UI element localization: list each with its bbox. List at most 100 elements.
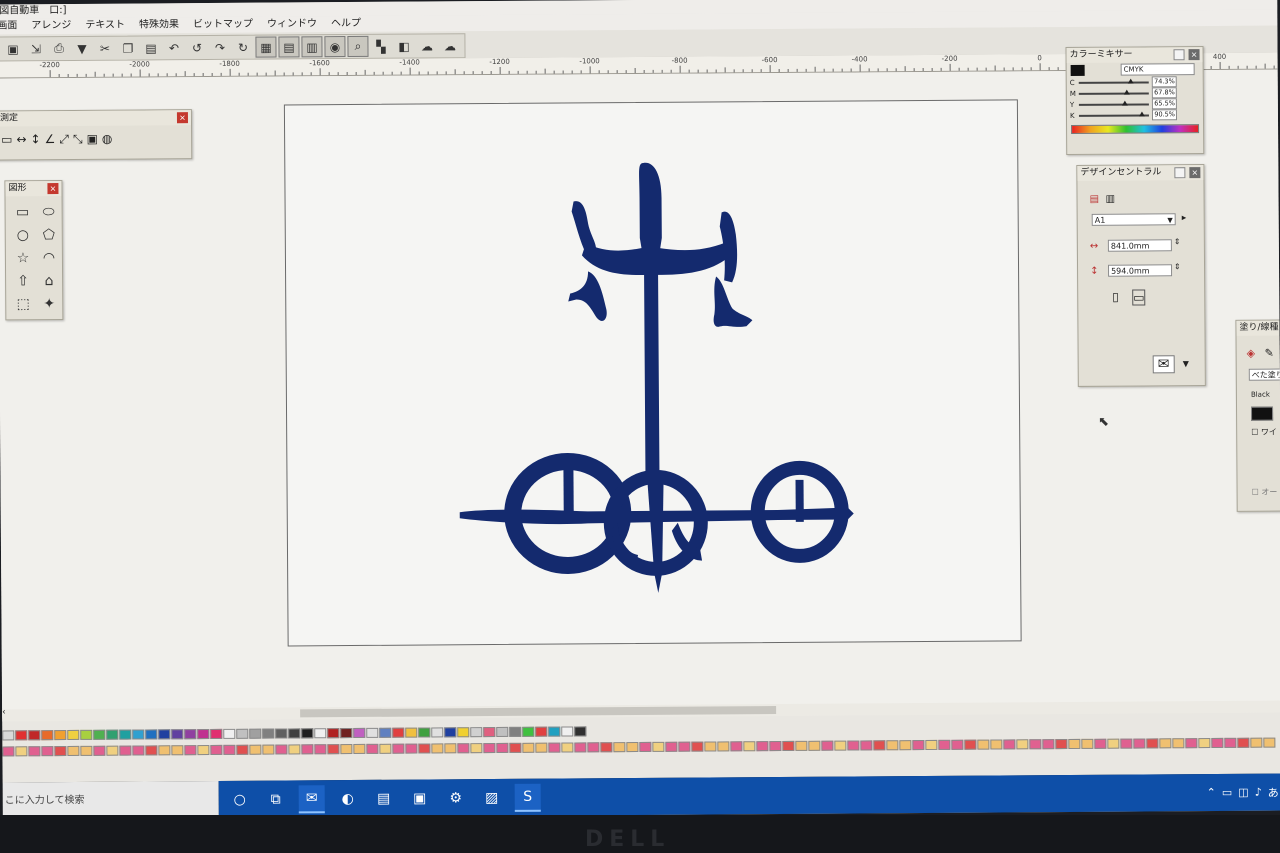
fill-color-swatch[interactable] bbox=[1251, 406, 1274, 421]
color-swatch[interactable] bbox=[41, 746, 54, 757]
color-swatch[interactable] bbox=[691, 741, 704, 752]
menu-effects[interactable]: 特殊効果 bbox=[139, 17, 179, 33]
measure-ruler-icon[interactable]: ▭ bbox=[1, 132, 12, 147]
color-swatch[interactable] bbox=[847, 740, 860, 751]
color-swatch[interactable] bbox=[756, 741, 769, 752]
color-swatch[interactable] bbox=[80, 729, 93, 740]
color-swatch[interactable] bbox=[1055, 739, 1068, 750]
color-swatch[interactable] bbox=[574, 742, 587, 753]
minimize-icon[interactable] bbox=[1174, 167, 1186, 179]
cyan-slider-knob[interactable] bbox=[1127, 78, 1134, 84]
color-swatch[interactable] bbox=[938, 739, 951, 750]
color-swatch[interactable] bbox=[67, 729, 80, 741]
right-wheel-hub-shape[interactable] bbox=[795, 479, 804, 522]
color-swatch[interactable] bbox=[1107, 738, 1120, 749]
page-width-field[interactable]: 841.0mm bbox=[1107, 239, 1172, 252]
color-swatch[interactable] bbox=[1263, 737, 1276, 748]
color-swatch[interactable] bbox=[366, 727, 379, 738]
color-swatch[interactable] bbox=[379, 727, 392, 738]
page-tab-icon[interactable]: ▤ bbox=[1090, 194, 1100, 205]
color-swatch[interactable] bbox=[1237, 737, 1250, 748]
yellow-slider-knob[interactable] bbox=[1122, 100, 1129, 106]
design-control-titlebar[interactable]: デザインセントラル × bbox=[1077, 165, 1204, 181]
mast-shape[interactable] bbox=[639, 162, 664, 483]
color-wheel-icon[interactable]: ◉ bbox=[324, 36, 346, 58]
color-swatch[interactable] bbox=[54, 746, 67, 757]
color-swatch[interactable] bbox=[1224, 737, 1237, 748]
color-swatch[interactable] bbox=[275, 744, 288, 755]
color-swatch[interactable] bbox=[145, 745, 158, 756]
measure-palette-titlebar[interactable]: 測定 × bbox=[0, 110, 192, 127]
cortana-icon[interactable]: ○ bbox=[227, 786, 253, 812]
cloud-upload-icon[interactable]: ☁ bbox=[439, 35, 460, 56]
color-swatch[interactable] bbox=[652, 741, 665, 752]
color-swatch[interactable] bbox=[301, 728, 314, 739]
color-swatch[interactable] bbox=[106, 745, 119, 756]
color-swatch[interactable] bbox=[210, 744, 223, 756]
color-swatch[interactable] bbox=[990, 739, 1003, 750]
color-swatch[interactable] bbox=[2, 746, 15, 757]
color-swatch[interactable] bbox=[314, 728, 327, 739]
yellow-slider[interactable] bbox=[1078, 100, 1149, 106]
color-swatch[interactable] bbox=[184, 729, 197, 740]
color-swatch[interactable] bbox=[340, 744, 353, 755]
color-swatch[interactable] bbox=[483, 743, 496, 754]
paper-size-select[interactable]: A1 ▼ bbox=[1091, 213, 1176, 226]
color-swatch[interactable] bbox=[587, 742, 600, 753]
color-swatch[interactable] bbox=[392, 743, 405, 754]
circle-icon[interactable]: ○ bbox=[12, 225, 34, 245]
portrait-icon[interactable]: ▯ bbox=[1112, 290, 1119, 304]
color-swatch[interactable] bbox=[535, 742, 548, 753]
color-swatch[interactable] bbox=[171, 745, 184, 756]
close-icon[interactable]: × bbox=[176, 112, 189, 124]
height-stepper-icon[interactable]: ⇕ bbox=[1174, 262, 1181, 271]
color-swatch[interactable] bbox=[80, 745, 93, 756]
ellipse-icon[interactable]: ⬭ bbox=[38, 202, 60, 222]
color-swatch[interactable] bbox=[431, 743, 444, 754]
color-swatch[interactable] bbox=[1159, 738, 1172, 749]
color-swatch[interactable] bbox=[600, 742, 613, 753]
edge-icon[interactable]: ◐ bbox=[335, 785, 361, 811]
color-swatch[interactable] bbox=[470, 727, 483, 738]
paper-next-icon[interactable]: ▸ bbox=[1182, 213, 1187, 223]
color-swatch[interactable] bbox=[418, 743, 431, 754]
scroll-left-icon[interactable]: ‹ bbox=[2, 707, 6, 717]
color-swatch[interactable] bbox=[769, 741, 782, 752]
weathervane-shape[interactable] bbox=[457, 161, 854, 594]
color-swatch[interactable] bbox=[509, 742, 522, 753]
color-swatch[interactable] bbox=[912, 740, 925, 751]
store-icon[interactable]: ▣ bbox=[407, 785, 433, 811]
color-swatch[interactable] bbox=[327, 728, 340, 739]
color-swatch[interactable] bbox=[418, 727, 431, 738]
color-swatch[interactable] bbox=[236, 728, 249, 739]
close-icon[interactable]: × bbox=[1188, 49, 1200, 61]
color-swatch[interactable] bbox=[405, 727, 418, 738]
landscape-icon[interactable]: ▭ bbox=[1132, 289, 1146, 306]
color-swatch[interactable] bbox=[288, 744, 301, 755]
color-swatch[interactable] bbox=[925, 739, 938, 751]
color-swatch[interactable] bbox=[1250, 737, 1263, 748]
color-swatch[interactable] bbox=[1042, 739, 1055, 750]
color-swatch[interactable] bbox=[522, 742, 535, 753]
measure-diagonal2-icon[interactable]: ⤡ bbox=[73, 132, 83, 147]
color-swatch[interactable] bbox=[262, 728, 275, 739]
color-spectrum[interactable] bbox=[1071, 124, 1200, 134]
print-icon[interactable]: ⎙ bbox=[48, 38, 69, 59]
color-palette-icon[interactable]: ◧ bbox=[393, 36, 414, 57]
color-swatch[interactable] bbox=[1172, 738, 1185, 749]
color-swatch[interactable] bbox=[67, 745, 80, 757]
color-swatch[interactable] bbox=[184, 745, 197, 756]
color-swatch[interactable] bbox=[353, 727, 366, 739]
color-swatch[interactable] bbox=[678, 741, 691, 752]
black-slider-knob[interactable] bbox=[1138, 110, 1145, 117]
arrow-up-icon[interactable]: ⇧ bbox=[12, 271, 34, 291]
measure-vertical-icon[interactable]: ↕ bbox=[30, 132, 40, 147]
color-swatch[interactable] bbox=[119, 729, 132, 740]
color-swatch[interactable] bbox=[93, 745, 106, 756]
checker-icon[interactable]: ▚ bbox=[370, 36, 391, 57]
magenta-slider[interactable] bbox=[1078, 89, 1149, 95]
pen-icon[interactable]: ✎ bbox=[1265, 347, 1274, 360]
color-swatch[interactable] bbox=[353, 743, 366, 755]
cyan-slider[interactable] bbox=[1078, 78, 1149, 84]
settings-app-icon[interactable]: ⚙ bbox=[443, 785, 469, 811]
